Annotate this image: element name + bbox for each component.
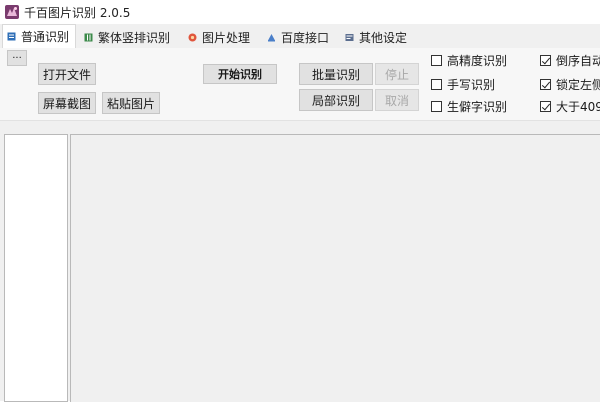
tab-label: 图片处理 [202,30,251,45]
document-icon [7,32,16,41]
stop-button[interactable]: 停止 [375,63,419,85]
checkbox-box [431,100,442,112]
tab-label: 百度接口 [281,30,330,45]
more-button[interactable]: ··· [7,50,27,66]
partial-recognize-button[interactable]: 局部识别 [299,89,373,111]
checkbox-box [540,78,551,90]
checkbox-box [540,100,551,112]
tab-normal-recognition[interactable]: 普通识别 [2,24,76,48]
start-recognize-button[interactable]: 开始识别 [203,64,277,84]
high-precision-checkbox[interactable]: 高精度识别 [431,51,507,69]
settings-icon [345,33,354,41]
tab-baidu-api[interactable]: 百度接口 [267,27,329,47]
title-bar: 千百图片识别 2.0.5 [0,0,600,24]
result-display-area[interactable] [70,134,600,402]
tab-traditional-vertical[interactable]: 繁体竖排识别 [84,27,170,47]
handwriting-checkbox[interactable]: 手写识别 [431,75,495,93]
screenshot-button[interactable]: 屏幕截图 [38,92,96,114]
app-logo-icon [5,5,19,19]
paste-image-button[interactable]: 粘贴图片 [102,92,160,114]
checkbox-box [540,54,551,66]
image-list-panel[interactable] [4,134,68,402]
tab-image-processing[interactable]: 图片处理 [188,27,250,47]
checkbox-label: 高精度识别 [447,53,508,68]
lock-left-checkbox[interactable]: 锁定左侧 [540,75,600,93]
cloud-api-icon [268,33,275,41]
tab-label: 其他设定 [359,30,408,45]
work-area [0,120,600,402]
tab-bar: 普通识别 繁体竖排识别 图片处理 百度接口 其他设定 [0,24,600,49]
tab-other-settings[interactable]: 其他设定 [345,27,407,47]
checkbox-label: 生僻字识别 [447,99,508,114]
rare-character-checkbox[interactable]: 生僻字识别 [431,97,507,115]
reverse-order-checkbox[interactable]: 倒序自动 [540,51,600,69]
size-limit-checkbox[interactable]: 大于409 [540,97,600,115]
checkbox-label: 手写识别 [447,77,496,92]
checkbox-label: 倒序自动 [556,53,600,68]
cancel-button[interactable]: 取消 [375,89,419,111]
checkbox-label: 大于409 [556,99,600,114]
image-edit-icon [188,33,197,41]
toolbar-panel: ··· 打开文件 屏幕截图 粘贴图片 开始识别 批量识别 停止 局部识别 取消 … [0,48,600,120]
checkbox-box [431,54,442,66]
open-file-button[interactable]: 打开文件 [38,63,96,85]
vertical-text-icon [84,33,93,41]
tab-label: 繁体竖排识别 [98,30,171,45]
checkbox-label: 锁定左侧 [556,77,600,92]
checkbox-box [431,78,442,90]
window-title: 千百图片识别 2.0.5 [24,5,131,20]
batch-recognize-button[interactable]: 批量识别 [299,63,373,85]
tab-label: 普通识别 [21,30,70,44]
